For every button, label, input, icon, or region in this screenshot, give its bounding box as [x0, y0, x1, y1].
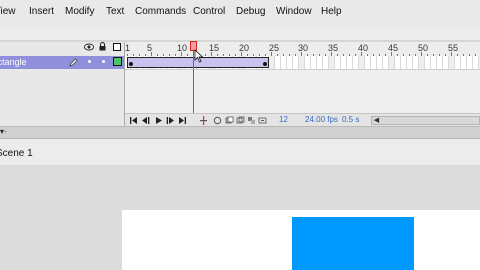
go-to-last-frame-icon[interactable]: [178, 116, 187, 125]
play-icon[interactable]: [154, 116, 163, 125]
layers-panel: Rectangle: [0, 42, 125, 126]
scroll-left-arrow-icon[interactable]: ◀: [372, 117, 381, 124]
elapsed-time-readout: 0.5 s: [342, 115, 360, 124]
ruler-label: 35: [328, 43, 339, 53]
lock-icon[interactable]: [99, 42, 106, 51]
start-keyframe[interactable]: [129, 62, 133, 66]
menu-help[interactable]: Help: [321, 6, 342, 17]
layer-row-rectangle[interactable]: Rectangle: [0, 56, 124, 69]
ruler-label: 1: [125, 43, 131, 53]
ruler-label: 50: [418, 43, 429, 53]
step-forward-icon[interactable]: [166, 116, 175, 125]
menu-modify[interactable]: Modify: [65, 6, 94, 17]
onion-skin-outlines-icon[interactable]: [236, 116, 245, 125]
frame-rate-readout[interactable]: 24.00 fps: [305, 115, 338, 124]
modify-onion-markers-icon[interactable]: [258, 116, 267, 125]
ruler-label: 45: [388, 43, 399, 53]
pencil-icon: [69, 58, 78, 67]
menu-commands[interactable]: Commands: [135, 6, 186, 17]
scene-breadcrumb[interactable]: Scene 1: [0, 148, 33, 159]
menu-debug[interactable]: Debug: [236, 6, 265, 17]
loop-icon[interactable]: [199, 116, 208, 125]
edit-bar: [0, 139, 480, 165]
eye-icon[interactable]: [84, 43, 94, 51]
ruler-label: 40: [358, 43, 369, 53]
menu-text[interactable]: Text: [106, 6, 124, 17]
blue-rectangle-shape[interactable]: [292, 217, 414, 270]
ruler-label: 30: [298, 43, 309, 53]
menu-view[interactable]: View: [0, 6, 16, 17]
layer-name[interactable]: Rectangle: [0, 56, 27, 69]
current-frame-readout: 12: [279, 115, 288, 124]
end-keyframe[interactable]: [263, 62, 267, 66]
menu-window[interactable]: Window: [276, 6, 312, 17]
ruler-label: 55: [448, 43, 459, 53]
timeline-scrollbar[interactable]: ◀: [371, 116, 480, 125]
frame-ruler[interactable]: 1 5 10 15 20 25 30 35 40 45 50 55: [125, 42, 480, 57]
step-back-icon[interactable]: [141, 116, 150, 125]
menu-bar: View Insert Modify Text Commands Control…: [0, 0, 480, 26]
center-frame-icon[interactable]: [213, 116, 222, 125]
menu-insert[interactable]: Insert: [29, 6, 54, 17]
go-to-first-frame-icon[interactable]: [129, 116, 138, 125]
mouse-cursor-icon: [194, 49, 204, 63]
edit-multiple-frames-icon[interactable]: [247, 116, 256, 125]
layer-outline-square[interactable]: [113, 57, 122, 66]
layer-lock-dot[interactable]: [102, 60, 105, 63]
layer-visibility-dot[interactable]: [88, 60, 91, 63]
outline-toggle-icon[interactable]: [113, 43, 121, 51]
panel-divider[interactable]: [0, 126, 480, 139]
onion-skin-icon[interactable]: [225, 116, 234, 125]
timeline-controls: 12 24.00 fps 0.5 s ◀: [125, 113, 480, 127]
panel-menu-icon[interactable]: ▾·: [0, 127, 10, 137]
ruler-label: 10: [177, 43, 188, 53]
menu-control[interactable]: Control: [193, 6, 225, 17]
